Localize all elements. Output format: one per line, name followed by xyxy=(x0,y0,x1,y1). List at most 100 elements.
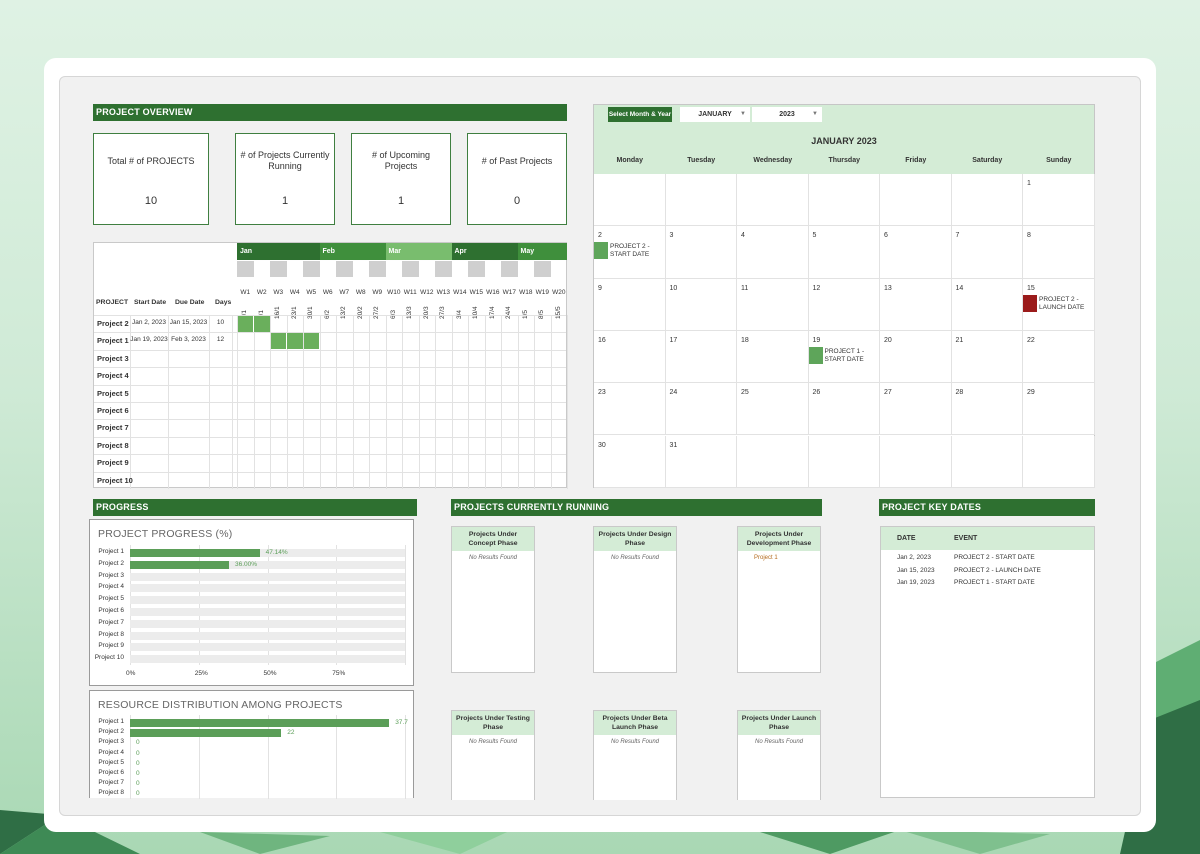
calendar-day-cell[interactable] xyxy=(737,435,809,488)
gantt-row[interactable]: Project 3 xyxy=(94,350,566,367)
calendar-day-cell[interactable]: 5 xyxy=(808,226,880,279)
calendar-day-cell[interactable] xyxy=(880,435,952,488)
calendar-day-cell[interactable]: 19 PROJECT 1 - START DATE xyxy=(808,330,880,384)
gantt-row[interactable]: Project 4 xyxy=(94,367,566,384)
calendar-event[interactable]: PROJECT 2 - LAUNCH DATE xyxy=(1023,294,1084,312)
category-label: Project 7 xyxy=(98,779,124,787)
calendar-day-cell[interactable]: 14 xyxy=(951,278,1023,331)
week-label: W7 xyxy=(339,289,350,296)
calendar-day-cell[interactable]: 17 xyxy=(665,330,737,384)
data-bar xyxy=(130,549,260,557)
data-bar xyxy=(130,729,282,738)
gantt-days: 10 xyxy=(216,319,225,326)
chart-gridline xyxy=(405,545,406,665)
gantt-row[interactable]: Project 8 xyxy=(94,437,566,454)
calendar-day-cell[interactable]: 22 xyxy=(1023,330,1095,384)
calendar-day-cell[interactable] xyxy=(880,174,952,227)
calendar-day-number: 8 xyxy=(1027,232,1031,240)
calendar-day-cell[interactable]: 20 xyxy=(880,330,952,384)
col-project-header: PROJECT xyxy=(96,299,129,306)
category-label: Project 3 xyxy=(98,571,124,579)
day-of-week-sunday: Sunday xyxy=(1046,157,1072,164)
calendar-day-number: 19 xyxy=(812,336,821,344)
gantt-row[interactable]: Project 2 Jan 2, 2023 Jan 15, 2023 10 xyxy=(94,315,566,332)
calendar-day-cell[interactable] xyxy=(594,174,666,227)
calendar-day-cell[interactable] xyxy=(1023,435,1095,488)
category-label: Project 6 xyxy=(98,769,124,776)
calendar-day-cell[interactable]: 7 xyxy=(951,226,1023,279)
calendar-day-cell[interactable]: 16 xyxy=(594,330,666,384)
calendar-day-cell[interactable]: 13 xyxy=(880,278,952,331)
category-label: Project 8 xyxy=(98,789,124,797)
gantt-row[interactable]: Project 10 xyxy=(94,472,566,489)
calendar-day-cell[interactable]: 24 xyxy=(665,383,737,436)
col-due-date-header: Due Date xyxy=(175,299,205,306)
calendar-day-cell[interactable]: 21 xyxy=(951,330,1023,384)
month-dropdown[interactable]: JANUARY ▼ xyxy=(680,107,750,122)
calendar-day-cell[interactable]: 11 xyxy=(737,278,809,331)
calendar-day-cell[interactable] xyxy=(808,435,880,488)
calendar-day-cell[interactable]: 28 xyxy=(951,383,1023,436)
week-shade xyxy=(534,261,551,277)
calendar-day-cell[interactable] xyxy=(951,435,1023,488)
calendar-day-cell[interactable] xyxy=(808,174,880,227)
day-of-week-wednesday: Wednesday xyxy=(753,157,793,164)
day-of-week-saturday: Saturday xyxy=(972,157,1003,164)
gantt-row[interactable]: Project 1 Jan 19, 2023 Feb 3, 2023 12 xyxy=(94,332,566,350)
day-of-week-thursday: Thursday xyxy=(828,157,860,164)
calendar-day-number: 6 xyxy=(884,232,888,240)
calendar-day-cell[interactable]: 26 xyxy=(808,383,880,436)
calendar-day-cell[interactable]: 18 xyxy=(737,330,809,384)
calendar-day-cell[interactable]: 2 PROJECT 2 - START DATE xyxy=(594,226,666,279)
calendar-day-cell[interactable]: 30 xyxy=(594,435,666,488)
calendar-day-number: 13 xyxy=(884,284,892,292)
calendar-day-cell[interactable]: 29 xyxy=(1023,383,1095,436)
calendar-day-cell[interactable]: 8 xyxy=(1023,226,1095,279)
key-date: Jan 15, 2023 xyxy=(897,566,935,574)
year-dropdown[interactable]: 2023 ▼ xyxy=(752,107,822,122)
calendar-day-number: 7 xyxy=(955,232,960,240)
calendar-day-cell[interactable] xyxy=(665,174,737,227)
calendar-day-number: 17 xyxy=(669,336,678,344)
calendar-day-cell[interactable] xyxy=(737,174,809,227)
calendar-day-cell[interactable]: 4 xyxy=(737,226,809,279)
calendar-day-cell[interactable]: 3 xyxy=(665,226,737,279)
calendar-day-cell[interactable]: 31 xyxy=(665,435,737,488)
phase-project-item[interactable]: Project 1 xyxy=(738,555,820,561)
week-shade xyxy=(336,261,353,277)
gantt-row[interactable]: Project 9 xyxy=(94,454,566,471)
calendar-event[interactable]: PROJECT 2 - START DATE xyxy=(594,242,650,260)
week-label: W15 xyxy=(469,289,483,296)
calendar-day-cell[interactable]: 23 xyxy=(594,383,666,436)
phase-card: Projects Under Testing Phase No Results F… xyxy=(451,710,535,800)
calendar-day-cell[interactable]: 10 xyxy=(665,278,737,331)
gantt-row[interactable]: Project 6 xyxy=(94,402,566,419)
gantt-chart: PROJECT Start Date Due Date Days Jan Feb Mar Ap… xyxy=(93,242,568,489)
calendar-day-number: 23 xyxy=(598,389,606,397)
calendar-day-cell[interactable]: 9 xyxy=(594,278,666,331)
key-event: PROJECT 2 - LAUNCH DATE xyxy=(954,566,1041,574)
calendar-day-number: 5 xyxy=(812,232,817,240)
calendar-day-cell[interactable]: 6 xyxy=(880,226,952,279)
kpi-upcoming-projects: # of Upcoming Projects 1 xyxy=(351,133,451,225)
calendar-day-number: 29 xyxy=(1027,389,1035,397)
kpi-value: 1 xyxy=(397,195,405,207)
calendar-day-number: 16 xyxy=(598,336,606,344)
calendar-day-cell[interactable]: 25 xyxy=(737,383,809,436)
category-label: Project 5 xyxy=(98,758,124,766)
gantt-bar-cell xyxy=(237,315,253,332)
key-event: PROJECT 2 - START DATE xyxy=(954,554,1035,561)
calendar-day-cell[interactable]: 15 PROJECT 2 - LAUNCH DATE xyxy=(1023,278,1095,331)
gantt-row[interactable]: Project 7 xyxy=(94,419,566,436)
calendar-day-cell[interactable]: 1 xyxy=(1023,174,1095,227)
category-label: Project 2 xyxy=(98,728,124,736)
x-tick-label: 25% xyxy=(194,670,208,677)
no-results-text: No Results Found xyxy=(468,739,518,745)
day-of-week-friday: Friday xyxy=(905,157,927,164)
col-event-header: EVENT xyxy=(954,535,978,542)
calendar-day-cell[interactable]: 27 xyxy=(880,383,952,436)
calendar-event[interactable]: PROJECT 1 - START DATE xyxy=(808,346,864,364)
calendar-day-cell[interactable]: 12 xyxy=(808,278,880,331)
calendar-day-cell[interactable] xyxy=(951,174,1023,227)
gantt-row[interactable]: Project 5 xyxy=(94,385,566,402)
